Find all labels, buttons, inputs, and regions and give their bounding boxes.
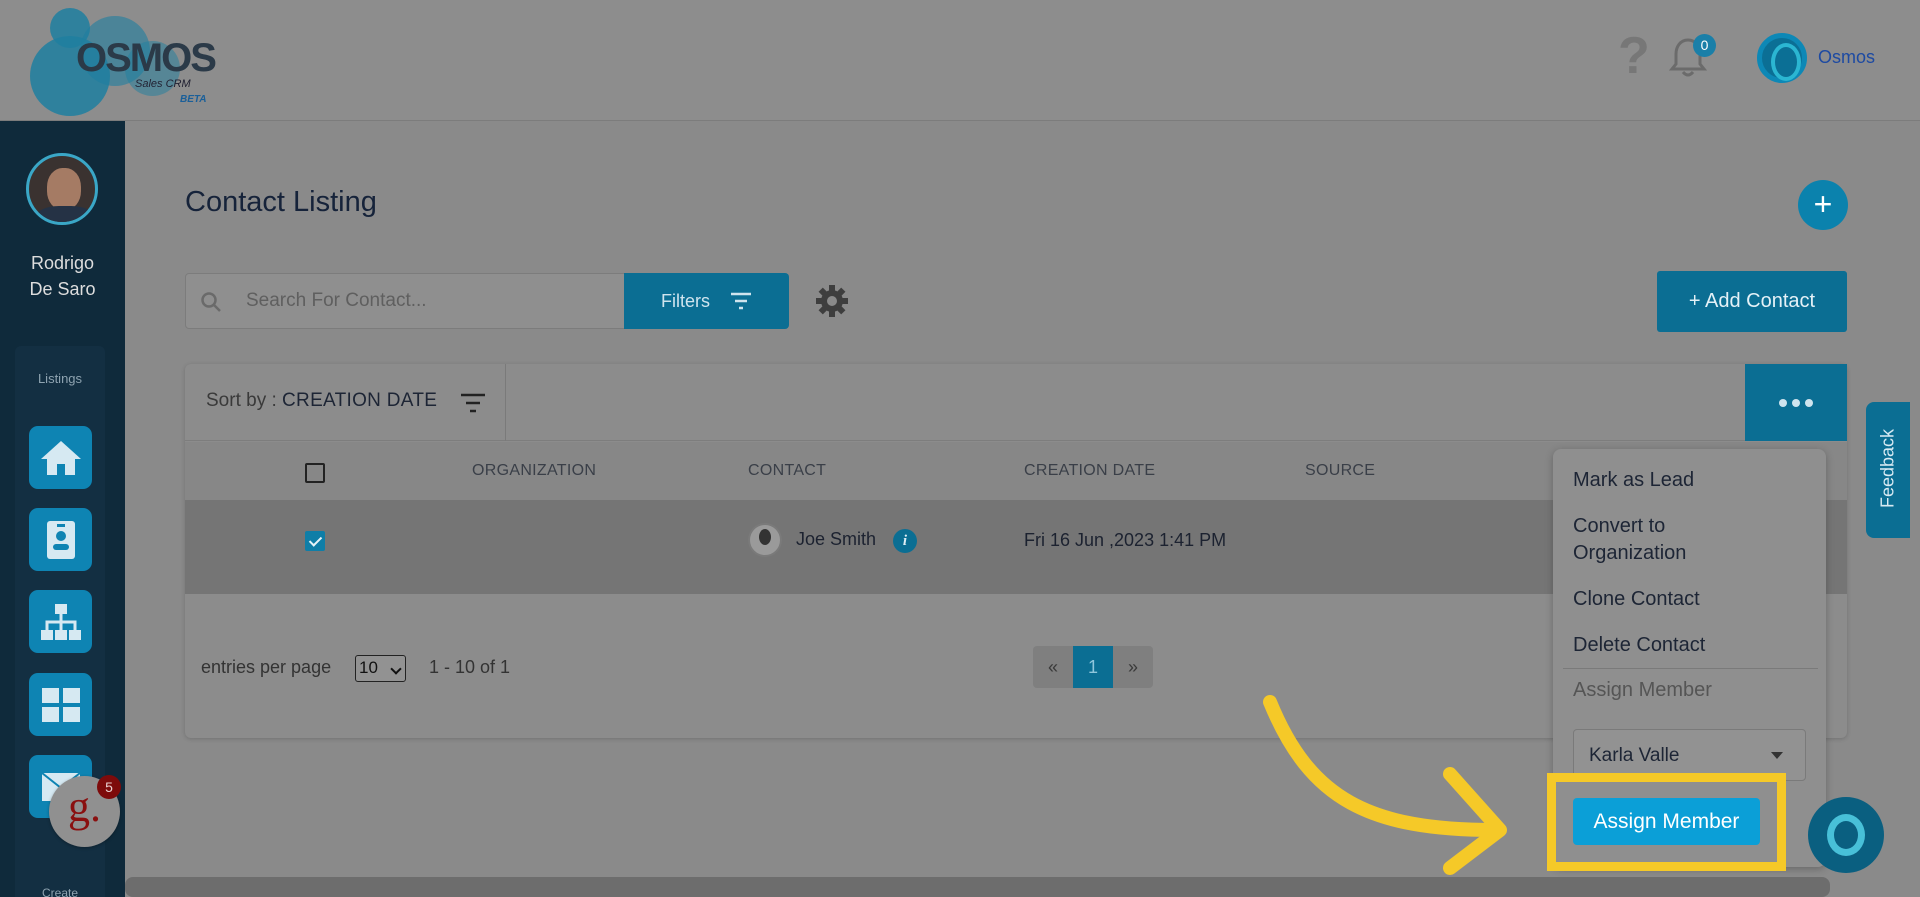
profile-name: Rodrigo De Saro [29,253,96,299]
feedback-tab[interactable]: Feedback [1866,402,1910,538]
column-creation-date[interactable]: CREATION DATE [1024,462,1155,480]
grid-icon [41,687,80,722]
user-avatar[interactable] [1757,33,1807,83]
search-box [185,273,625,329]
search-input[interactable] [246,286,606,316]
sort-prefix: Sort by : [206,390,283,411]
assign-member-label: Assign Member [1573,679,1712,701]
more-actions-button[interactable] [1745,364,1847,441]
entries-per-page-select[interactable]: 10 [355,655,406,682]
filters-button[interactable]: Filters [624,273,789,329]
info-icon[interactable]: i [893,529,917,553]
assign-member-button[interactable]: Assign Member [1573,798,1760,845]
filter-icon [731,292,751,310]
select-all-checkbox[interactable] [305,463,325,483]
logo-text: OSMOS [76,36,217,80]
add-contact-button[interactable]: + Add Contact [1657,271,1847,332]
help-icon[interactable]: ? [1618,30,1650,82]
grammarly-count-badge: 5 [97,775,121,799]
sidebar-item-organizations[interactable] [29,590,92,653]
pagination-prev[interactable]: « [1033,646,1073,688]
profile-avatar[interactable] [26,153,98,225]
search-icon [201,292,221,312]
contact-avatar [748,523,782,557]
menu-item-mark-as-lead[interactable]: Mark as Lead [1573,467,1694,494]
sort-icon[interactable] [460,393,486,413]
pagination-page-1[interactable]: 1 [1073,646,1113,688]
notification-count-badge: 0 [1693,34,1716,57]
feedback-label: Feedback [1877,428,1898,509]
horizontal-scrollbar[interactable] [125,877,1830,897]
logo-subtitle: Sales CRM [135,78,191,90]
menu-item-convert-to-organization[interactable]: Convert to Organization [1573,513,1733,567]
page-title: Contact Listing [185,186,377,218]
sidebar-item-contacts[interactable] [29,508,92,571]
column-organization[interactable]: ORGANIZATION [472,462,596,480]
sort-value: CREATION DATE [282,390,438,411]
menu-divider [1563,668,1818,669]
column-source[interactable]: SOURCE [1305,462,1375,480]
sort-divider [505,364,506,441]
chat-widget-button[interactable] [1808,797,1884,873]
more-actions-caret [1786,431,1806,441]
menu-item-clone-contact[interactable]: Clone Contact [1573,586,1700,613]
logo-beta: BETA [180,94,207,105]
row-checkbox[interactable] [305,531,325,551]
sidebar-item-dashboard[interactable] [29,673,92,736]
sidebar-create-label: Create [41,886,79,897]
sort-control[interactable]: Sort by : CREATION DATE [206,390,437,412]
contact-name[interactable]: Joe Smith [796,529,876,550]
column-contact[interactable]: CONTACT [748,462,826,480]
home-icon [40,440,81,475]
sidebar-item-home[interactable] [29,426,92,489]
menu-item-delete-contact[interactable]: Delete Contact [1573,632,1705,659]
add-button[interactable]: + [1798,180,1848,230]
gear-icon[interactable] [815,284,849,318]
pagination-range: 1 - 10 of 1 [429,657,511,677]
member-select-value: Karla Valle [1589,745,1680,766]
filters-label: Filters [661,290,710,311]
osmos-logo[interactable]: OSMOS Sales CRM BETA [30,6,220,116]
org-chart-icon [40,603,81,640]
contact-card-icon [46,520,75,559]
pagination-next[interactable]: » [1113,646,1153,688]
creation-date-cell: Fri 16 Jun ,2023 1:41 PM [1024,530,1227,550]
pointer-arrow-icon [1263,695,1507,875]
entries-per-page-label: entries per page [201,657,332,677]
user-name[interactable]: Osmos [1818,47,1875,68]
sidebar-section-label: Listings [37,371,83,386]
